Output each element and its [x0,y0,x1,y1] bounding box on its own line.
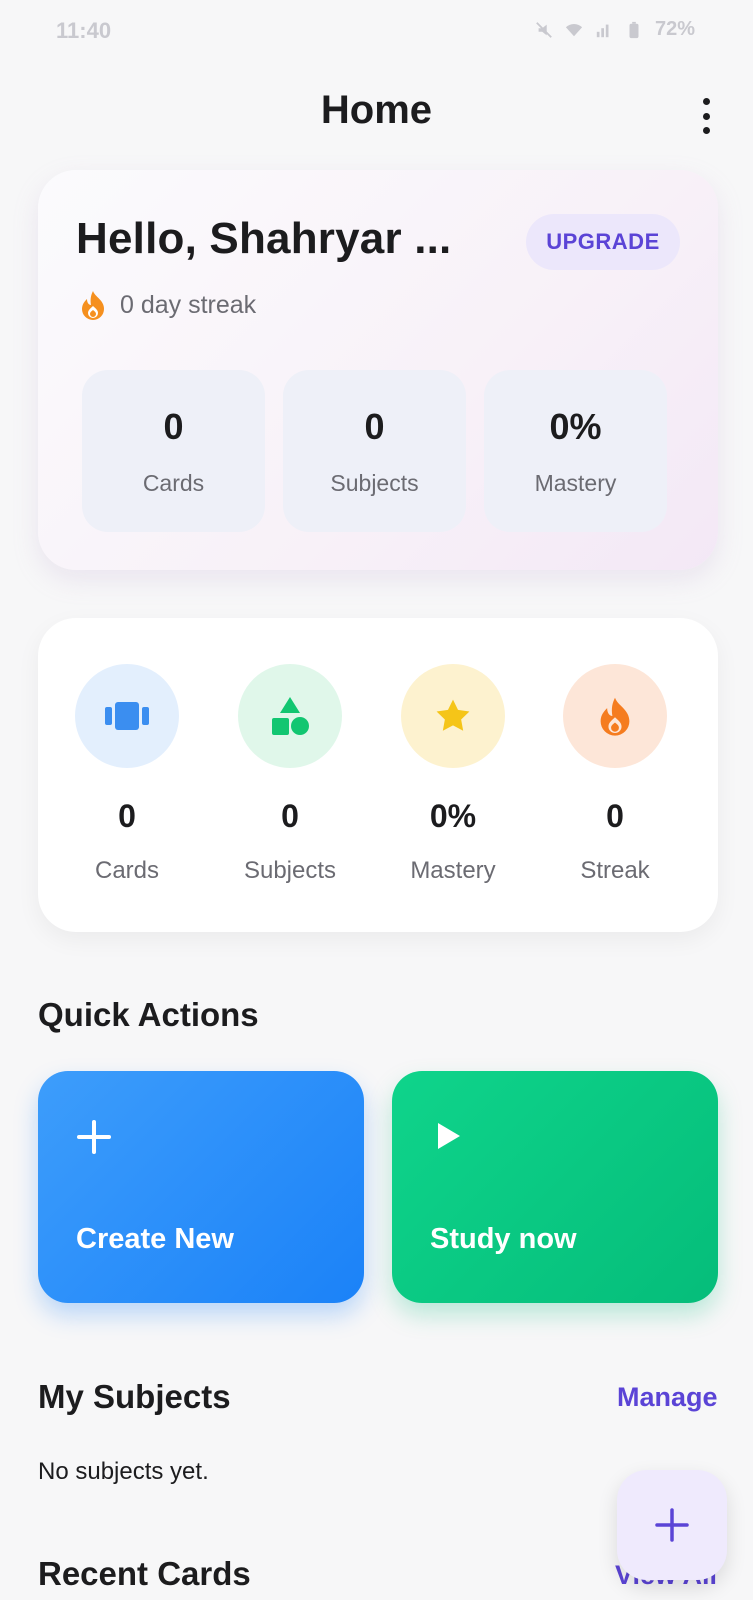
wifi-icon [565,23,583,36]
stat-label: Subjects [243,857,337,884]
streak-row: 0 day streak [80,290,256,320]
plus-icon [77,1120,111,1154]
battery-percent: 72% [654,18,695,40]
upgrade-button[interactable]: UPGRADE [526,214,680,270]
plus-icon [655,1508,689,1542]
status-icons: 72% [535,18,695,41]
stat-label: Cards [94,857,160,884]
battery-icon [629,21,639,38]
summary-value: 0 [364,405,385,447]
summary-tile-subjects: 0 Subjects [283,370,466,532]
manage-link[interactable]: Manage [617,1382,718,1413]
create-new-button[interactable]: Create New [38,1071,364,1303]
cards-icon [105,702,149,730]
study-now-button[interactable]: Study now [392,1071,718,1303]
stat-value: 0 [118,798,136,834]
stat-label: Streak [580,857,650,884]
create-new-label: Create New [76,1223,234,1255]
mute-icon [536,21,552,38]
my-subjects-title: My Subjects [38,1378,231,1415]
stats-card: 0 Cards 0 Subjects 0% Mastery 0 Streak [38,618,718,932]
streak-text: 0 day streak [120,290,257,319]
summary-value: 0% [549,405,602,447]
shapes-icon [272,697,309,735]
summary-tile-cards: 0 Cards [82,370,265,532]
stat-icon-circle [75,664,179,768]
summary-label: Subjects [330,469,419,496]
study-now-label: Study now [430,1223,577,1255]
stat-icon-circle [563,664,667,768]
no-subjects-text: No subjects yet. [38,1458,209,1485]
recent-cards-title: Recent Cards [38,1555,251,1592]
page-title: Home [320,88,433,132]
more-vertical-icon[interactable] [694,98,718,134]
greeting-card: Hello, Shahryar ... UPGRADE 0 day streak… [38,170,718,570]
summary-tiles: 0 Cards 0 Subjects 0% Mastery [82,370,667,532]
stat-cards: 0 Cards [52,664,202,885]
summary-label: Mastery [534,469,617,496]
quick-actions-title: Quick Actions [38,996,259,1033]
flame-icon [600,697,630,736]
stat-label: Mastery [410,857,496,884]
summary-value: 0 [163,405,184,447]
add-fab-button[interactable] [617,1470,727,1580]
status-time: 11:40 [56,18,112,43]
stat-value: 0 [281,798,299,834]
summary-label: Cards [142,469,205,496]
greeting-text: Hello, Shahryar ... [76,214,452,263]
stat-value: 0 [606,798,624,834]
signal-icon [596,24,609,37]
flame-icon [82,291,104,320]
stat-icon-circle [401,664,505,768]
star-icon [436,699,470,731]
stat-mastery: 0% Mastery [378,664,528,885]
summary-tile-mastery: 0% Mastery [484,370,667,532]
stat-icon-circle [238,664,342,768]
status-bar: 11:40 72% [0,0,753,64]
stat-value: 0% [429,798,477,834]
play-icon [438,1123,460,1149]
stat-streak: 0 Streak [540,664,690,885]
stat-subjects: 0 Subjects [215,664,365,885]
